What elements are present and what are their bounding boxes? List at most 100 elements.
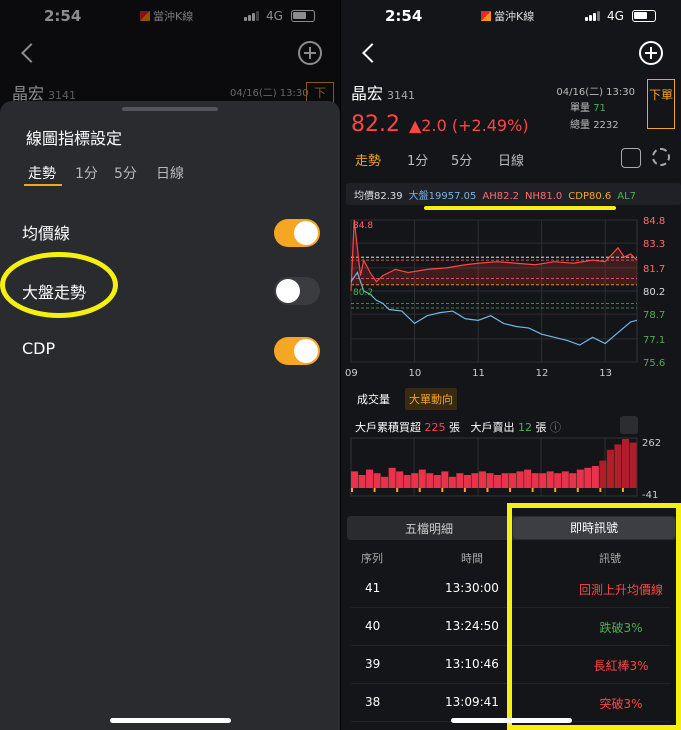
stock-name: 晶宏 3141 bbox=[351, 84, 416, 103]
app-label: 當沖K線 bbox=[481, 8, 534, 24]
total-volume: 總量 2232 bbox=[570, 120, 619, 131]
home-indicator bbox=[110, 718, 231, 723]
app-logo-icon bbox=[481, 11, 491, 21]
y-tick-label: 77.1 bbox=[643, 335, 665, 346]
tab-big-orders[interactable]: 大單動向 bbox=[405, 388, 457, 410]
cdp-toggle[interactable] bbox=[274, 337, 320, 365]
volume-bar bbox=[614, 444, 622, 488]
volume-chart: 262 -41 bbox=[350, 437, 661, 500]
volume-bar bbox=[396, 471, 404, 488]
volume-bar bbox=[629, 442, 637, 488]
volume-bar bbox=[524, 469, 532, 488]
volume-bar bbox=[456, 473, 464, 488]
volume-bar bbox=[606, 449, 614, 488]
volume-bar-neg bbox=[418, 488, 421, 492]
gear-icon[interactable] bbox=[652, 148, 670, 166]
volume-bar bbox=[509, 473, 517, 488]
tab-5min[interactable]: 5分 bbox=[114, 163, 137, 183]
volume-bar-neg bbox=[599, 488, 602, 492]
market-trend-toggle[interactable] bbox=[274, 277, 320, 305]
back-icon[interactable] bbox=[362, 43, 382, 63]
highlight-box bbox=[507, 503, 681, 730]
volume-bar bbox=[358, 475, 366, 488]
volume-bar-neg bbox=[373, 488, 376, 492]
volume-bar bbox=[531, 473, 539, 488]
add-icon[interactable] bbox=[639, 41, 663, 65]
tab-1min[interactable]: 1分 bbox=[407, 150, 428, 169]
volume-bar bbox=[418, 469, 426, 488]
x-tick-label: 11 bbox=[472, 368, 485, 379]
row-time: 13:09:41 bbox=[445, 695, 499, 709]
signal-icon bbox=[585, 11, 603, 21]
volume-bar bbox=[403, 475, 411, 488]
tab-daily[interactable]: 日線 bbox=[498, 150, 524, 169]
volume-bar bbox=[494, 475, 502, 488]
volume-bar bbox=[576, 469, 584, 488]
volume-bar bbox=[448, 476, 456, 488]
tab-underline bbox=[24, 184, 62, 186]
legend-index: 大盤19957.05 bbox=[408, 191, 477, 202]
sheet-title: 線圖指標設定 bbox=[26, 129, 123, 148]
volume-bar bbox=[426, 473, 434, 488]
row-time: 13:24:50 bbox=[445, 619, 499, 633]
y-tick-label: 80.2 bbox=[643, 287, 665, 298]
x-tick-label: 13 bbox=[599, 368, 612, 379]
volume-bar bbox=[351, 471, 359, 488]
swap-icon[interactable] bbox=[621, 148, 641, 168]
order-button[interactable]: 下單 bbox=[647, 79, 675, 129]
volume-bar bbox=[546, 471, 554, 488]
tab-daily[interactable]: 日線 bbox=[156, 163, 184, 183]
big-order-summary: 大戶累積買超 225 張 大戶賣出 12 張 ⓘ bbox=[355, 421, 561, 434]
network-label: 4G bbox=[607, 9, 624, 23]
tab-volume[interactable]: 成交量 bbox=[357, 391, 390, 407]
volume-bar-neg bbox=[531, 488, 534, 492]
row-time: 13:30:00 bbox=[445, 581, 499, 595]
right-screen: 2:54 當沖K線 4G 晶宏 3141 82.2 ▲2.0 (+2.49%) 0… bbox=[341, 0, 681, 730]
highlight-ring bbox=[0, 252, 118, 318]
sheet-handle[interactable] bbox=[122, 107, 218, 111]
legend-ah: AH82.2 bbox=[482, 191, 519, 202]
volume-bar bbox=[621, 439, 629, 488]
legend-al: AL7 bbox=[617, 191, 637, 202]
legend-nh: NH81.0 bbox=[525, 191, 563, 202]
col-time: 時間 bbox=[461, 552, 483, 565]
volume-bar-neg bbox=[554, 488, 557, 492]
volume-bar bbox=[516, 471, 524, 488]
tab-trend[interactable]: 走勢 bbox=[355, 150, 381, 169]
volume-min-label: -41 bbox=[642, 490, 658, 500]
col-seq: 序列 bbox=[361, 552, 383, 565]
volume-bar bbox=[478, 471, 486, 488]
x-tick-label: 10 bbox=[409, 368, 422, 379]
volume-bar bbox=[486, 473, 494, 488]
volume-bar bbox=[561, 471, 569, 488]
volume-bar-neg bbox=[486, 488, 489, 492]
y-tick-label: 83.3 bbox=[643, 239, 665, 250]
stock-change: ▲2.0 (+2.49%) bbox=[409, 116, 529, 135]
stock-datetime: 04/16(二) 13:30 bbox=[556, 87, 635, 98]
tab-trend[interactable]: 走勢 bbox=[28, 163, 56, 183]
tab-1min[interactable]: 1分 bbox=[75, 163, 98, 183]
legend-cdp: CDP80.6 bbox=[568, 191, 612, 202]
volume-bar bbox=[441, 471, 449, 488]
tab-5min[interactable]: 5分 bbox=[451, 150, 472, 169]
volume-bar-neg bbox=[621, 488, 624, 492]
battery-icon bbox=[632, 10, 656, 22]
row-seq: 38 bbox=[365, 695, 381, 709]
price-chart[interactable]: 84.8 83.3 81.7 80.2 78.7 77.1 75.6 09 10 11 12 13 84… bbox=[341, 214, 681, 384]
stock-price: 82.2 bbox=[351, 112, 400, 137]
status-time: 2:54 bbox=[385, 7, 423, 25]
volume-bar-neg bbox=[396, 488, 399, 492]
bar-chart-icon[interactable] bbox=[620, 416, 638, 434]
avg-line-toggle[interactable] bbox=[274, 219, 320, 247]
setting-cdp-label: CDP bbox=[22, 339, 56, 358]
y-tick-label: 78.7 bbox=[643, 310, 665, 321]
y-tick-label: 84.8 bbox=[643, 216, 665, 227]
tab-order-book[interactable]: 五檔明細 bbox=[405, 520, 453, 537]
volume-bar-neg bbox=[441, 488, 444, 492]
status-bar: 2:54 當沖K線 4G bbox=[341, 0, 681, 34]
volume-bar-neg bbox=[509, 488, 512, 492]
legend-avg: 均價82.39 bbox=[354, 191, 403, 202]
volume-bar bbox=[471, 473, 479, 488]
volume-bar bbox=[554, 473, 562, 488]
x-tick-label: 09 bbox=[345, 368, 358, 379]
